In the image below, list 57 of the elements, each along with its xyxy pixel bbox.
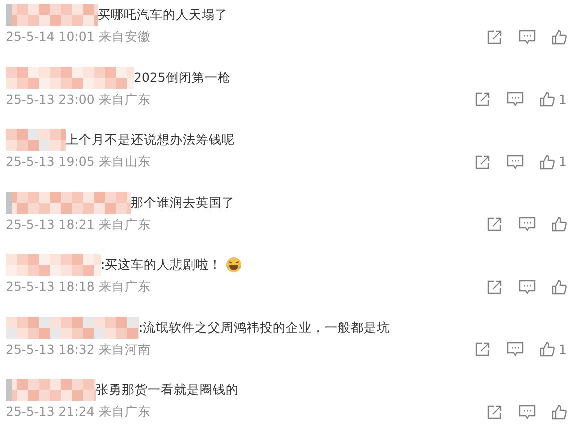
like-button[interactable]: 1 <box>540 342 567 358</box>
comment-icon <box>519 280 536 295</box>
comment-meta: 25-5-13 18:32 来自河南 <box>6 340 151 358</box>
comment-icon <box>507 342 524 358</box>
share-button[interactable] <box>487 30 503 45</box>
like-button[interactable] <box>552 217 567 232</box>
comment-text: 2025倒闭第一枪 <box>134 68 231 86</box>
comment-meta: 25-5-13 19:05 来自山东 <box>6 153 151 171</box>
comment-meta: 25-5-13 18:18 来自广东 <box>6 278 151 296</box>
share-button[interactable] <box>475 342 492 358</box>
thumbs-up-icon <box>540 154 556 170</box>
comment-text: 买哪吒汽车的人天塌了 <box>98 6 228 24</box>
like-button[interactable] <box>552 280 567 295</box>
share-button[interactable] <box>487 217 503 232</box>
share-icon <box>487 404 503 420</box>
comment-icon <box>507 154 524 170</box>
thumbs-up-icon <box>552 404 567 420</box>
share-icon <box>475 342 492 358</box>
reply-button[interactable] <box>519 217 536 232</box>
thumbs-up-icon <box>540 92 556 108</box>
comment-icon <box>519 30 536 45</box>
comment-icon <box>519 404 536 420</box>
share-icon <box>475 154 492 170</box>
reply-button[interactable] <box>519 404 536 420</box>
reply-button[interactable] <box>507 342 524 358</box>
comment-icon <box>519 217 536 232</box>
like-button[interactable]: 1 <box>540 92 567 108</box>
comment-meta: 25-5-14 10:01 来自安徽 <box>6 28 151 46</box>
thumbs-up-icon <box>540 342 556 358</box>
like-button[interactable]: 1 <box>540 154 567 170</box>
comment-text: 上个月不是还说想办法筹钱呢 <box>66 131 235 149</box>
reply-button[interactable] <box>519 30 536 45</box>
reply-button[interactable] <box>507 92 524 108</box>
comment-text: :流氓软件之父周鸿祎投的企业，一般都是坑 <box>139 318 390 336</box>
share-icon <box>475 92 492 108</box>
reply-button[interactable] <box>507 154 524 170</box>
comment-text: :买这车的人悲剧啦！ <box>101 256 222 274</box>
share-button[interactable] <box>487 404 503 420</box>
like-button[interactable] <box>552 30 567 45</box>
share-button[interactable] <box>475 154 492 170</box>
comment-meta: 25-5-13 23:00 来自广东 <box>6 90 151 108</box>
like-button[interactable] <box>552 404 567 420</box>
redacted-name <box>6 129 66 151</box>
comment-text: 张勇那货一看就是圈钱的 <box>96 381 239 399</box>
comment-meta: 25-5-13 18:21 来自广东 <box>6 216 151 234</box>
comment-text: 那个谁润去英国了 <box>131 194 235 212</box>
reply-button[interactable] <box>519 280 536 295</box>
thumbs-up-icon <box>552 30 567 45</box>
share-icon <box>487 280 503 295</box>
comment-meta: 25-5-13 21:24 来自广东 <box>6 403 151 421</box>
share-button[interactable] <box>487 280 503 295</box>
share-button[interactable] <box>475 92 492 108</box>
thumbs-up-icon <box>552 280 567 295</box>
share-icon <box>487 217 503 232</box>
share-icon <box>487 30 503 45</box>
comment-icon <box>507 92 524 108</box>
thumbs-up-icon <box>552 217 567 232</box>
